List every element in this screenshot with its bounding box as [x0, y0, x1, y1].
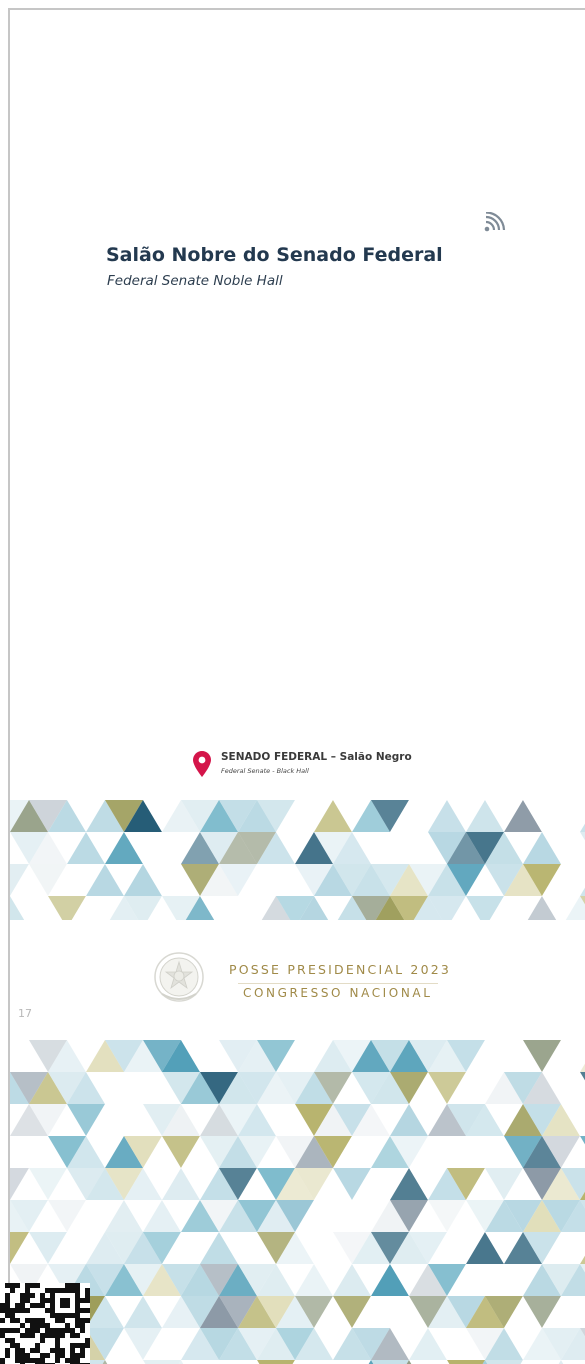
pattern-triangle	[257, 1360, 295, 1364]
pattern-triangle	[143, 1360, 181, 1364]
rss-icon[interactable]	[484, 212, 506, 232]
pattern-triangle	[447, 1360, 485, 1364]
event-title: POSSE PRESIDENCIAL 2023	[229, 962, 452, 977]
coat-of-arms-seal-icon	[154, 952, 204, 1002]
qr-code[interactable]	[0, 1283, 90, 1364]
event-divider	[238, 983, 438, 984]
pattern-triangle	[181, 1360, 219, 1364]
triangle-pattern-band-bottom	[10, 1040, 585, 1364]
location-subtitle: Federal Senate - Black Hall	[221, 767, 309, 775]
location-pin-icon	[193, 751, 211, 777]
pattern-triangle	[219, 1360, 257, 1364]
hall-subtitle: Federal Senate Noble Hall	[107, 273, 283, 289]
pattern-triangle	[105, 1360, 143, 1364]
event-organization: CONGRESSO NACIONAL	[243, 986, 433, 1000]
triangle-pattern-band-top	[10, 800, 585, 920]
pattern-triangle	[561, 1360, 585, 1364]
pattern-triangle	[371, 1360, 409, 1364]
pattern-triangle	[523, 1360, 561, 1364]
pattern-triangle	[295, 1360, 333, 1364]
pattern-triangle	[409, 1360, 447, 1364]
pattern-triangle	[485, 1360, 523, 1364]
page-number: 17	[18, 1007, 32, 1020]
pattern-triangle	[333, 1360, 371, 1364]
location-title: SENADO FEDERAL – Salão Negro	[221, 751, 412, 763]
hall-title: Salão Nobre do Senado Federal	[106, 244, 443, 266]
